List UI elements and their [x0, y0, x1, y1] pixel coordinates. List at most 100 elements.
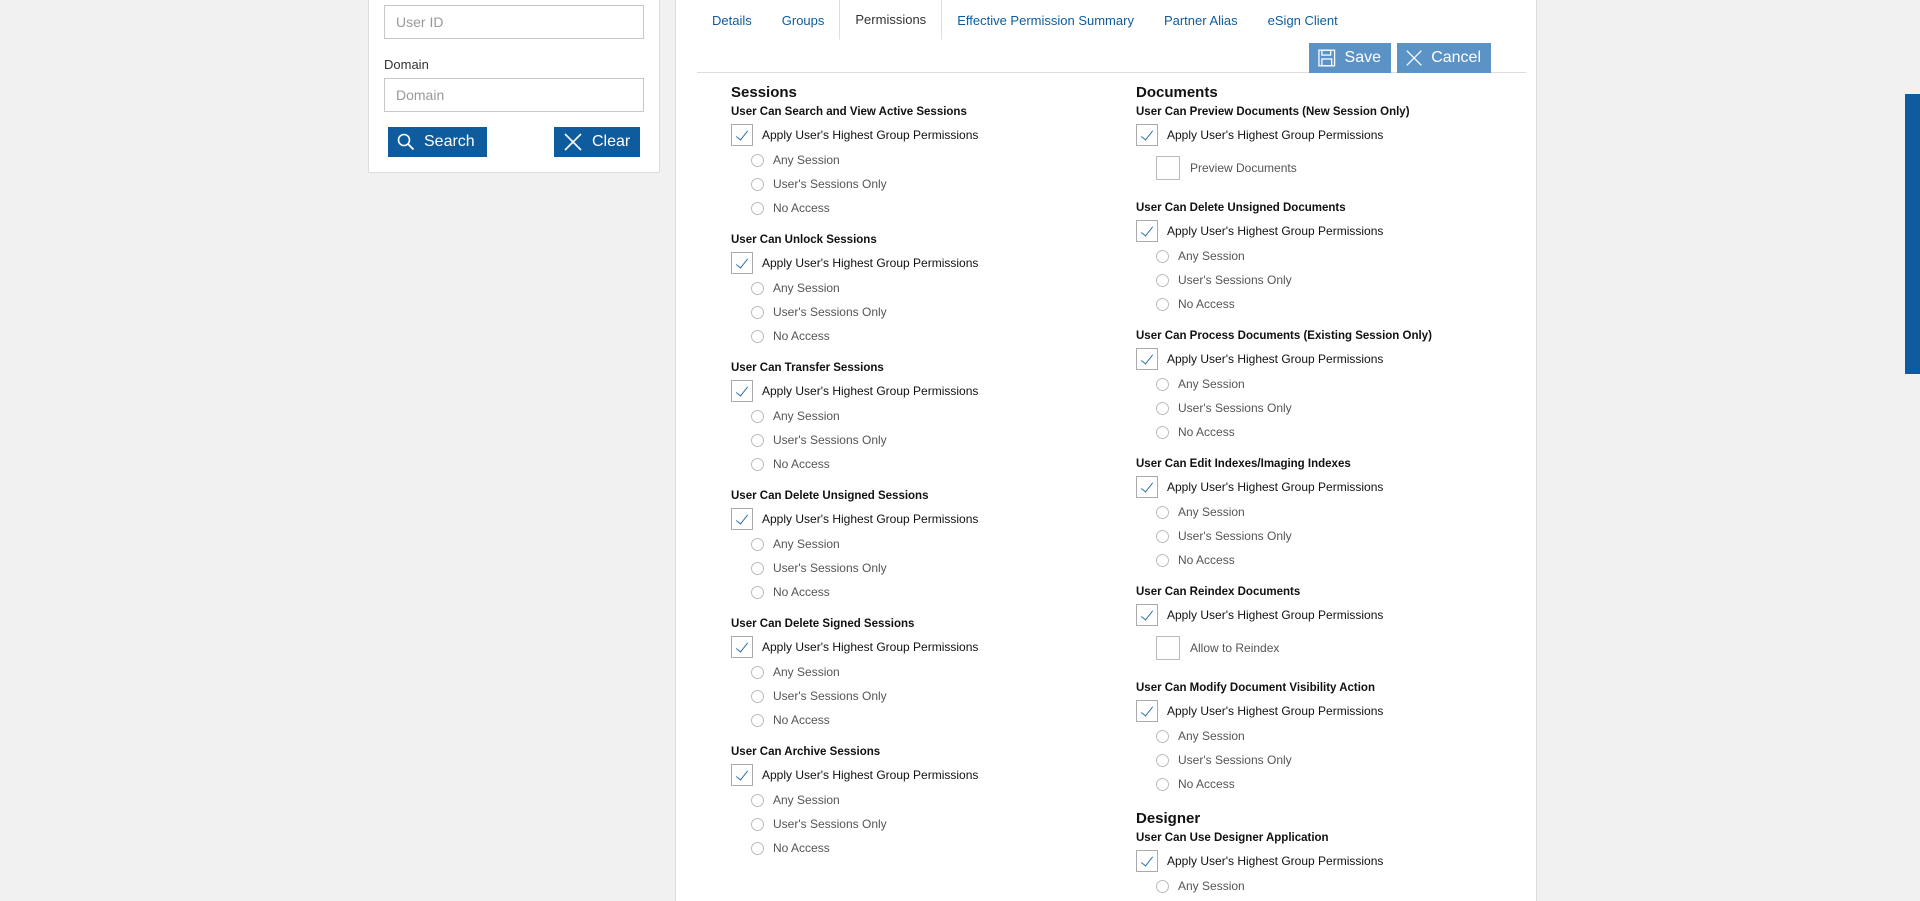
radio-any-session[interactable] — [751, 153, 764, 167]
radio-label: No Access — [1178, 777, 1235, 791]
apply-row: Apply User's Highest Group Permissions — [731, 249, 1111, 276]
radio-any-session[interactable] — [751, 793, 764, 807]
radio-no-access[interactable] — [751, 841, 764, 855]
radio-no-access[interactable] — [1156, 553, 1169, 567]
radio-users-sessions-only[interactable] — [751, 177, 764, 191]
apply-checkbox[interactable] — [1136, 475, 1158, 498]
radio-row-any-session: Any Session — [751, 404, 1111, 428]
apply-checkbox[interactable] — [1136, 219, 1158, 242]
radio-no-access[interactable] — [751, 585, 764, 599]
save-icon — [1318, 49, 1336, 67]
radio-any-session[interactable] — [751, 281, 764, 295]
radio-any-session[interactable] — [751, 409, 764, 423]
radio-users-sessions-only[interactable] — [1156, 529, 1169, 543]
radio-label: User's Sessions Only — [773, 817, 887, 831]
tab-groups[interactable]: Groups — [767, 0, 840, 40]
radio-label: Any Session — [1178, 729, 1245, 743]
radio-any-session[interactable] — [1156, 505, 1169, 519]
domain-input[interactable] — [384, 78, 644, 112]
radio-no-access[interactable] — [751, 329, 764, 343]
radio-label: Any Session — [773, 153, 840, 167]
radio-label: User's Sessions Only — [1178, 529, 1292, 543]
radio-users-sessions-only[interactable] — [1156, 401, 1169, 415]
radio-any-session[interactable] — [751, 665, 764, 679]
save-button[interactable]: Save — [1309, 43, 1391, 73]
apply-checkbox[interactable] — [731, 635, 753, 658]
radio-no-access[interactable] — [1156, 777, 1169, 791]
apply-checkbox[interactable] — [731, 379, 753, 402]
user-id-input[interactable] — [384, 5, 644, 39]
radio-users-sessions-only[interactable] — [751, 689, 764, 703]
apply-checkbox[interactable] — [731, 251, 753, 274]
radio-label: Any Session — [773, 281, 840, 295]
apply-checkbox[interactable] — [1136, 849, 1158, 872]
allow-reindex-checkbox[interactable] — [1156, 636, 1180, 660]
radio-row-users-sessions-only: User's Sessions Only — [1156, 396, 1516, 420]
apply-label: Apply User's Highest Group Permissions — [762, 511, 979, 526]
radio-no-access[interactable] — [1156, 297, 1169, 311]
search-button[interactable]: Search — [388, 127, 487, 157]
perm-preview-documents: User Can Preview Documents (New Session … — [1136, 104, 1516, 188]
radio-users-sessions-only[interactable] — [751, 561, 764, 575]
radio-any-session[interactable] — [1156, 879, 1169, 893]
radio-no-access[interactable] — [751, 457, 764, 471]
apply-label: Apply User's Highest Group Permissions — [1167, 223, 1384, 238]
radio-label: User's Sessions Only — [773, 561, 887, 575]
apply-checkbox[interactable] — [1136, 699, 1158, 722]
tab-details[interactable]: Details — [697, 0, 767, 40]
radio-row-no-access: No Access — [751, 196, 1111, 220]
section-title-designer: Designer — [1136, 810, 1201, 827]
apply-checkbox[interactable] — [731, 123, 753, 146]
tab-effective-permission-summary[interactable]: Effective Permission Summary — [942, 0, 1149, 40]
radio-no-access[interactable] — [751, 713, 764, 727]
tab-permissions[interactable]: Permissions — [839, 0, 943, 40]
perm-title: User Can Transfer Sessions — [731, 362, 884, 374]
scrollbar-thumb[interactable] — [1905, 94, 1920, 374]
clear-button-label: Clear — [592, 133, 631, 150]
radio-row-any-session: Any Session — [1156, 244, 1516, 268]
radio-users-sessions-only[interactable] — [751, 817, 764, 831]
radio-no-access[interactable] — [1156, 425, 1169, 439]
apply-checkbox[interactable] — [1136, 603, 1158, 626]
save-button-label: Save — [1344, 49, 1381, 66]
radio-label: Any Session — [1178, 249, 1245, 263]
radio-row-no-access: No Access — [1156, 292, 1516, 316]
radio-row-any-session: Any Session — [751, 788, 1111, 812]
perm-session-3: User Can Delete Unsigned Sessions Apply U… — [731, 488, 1111, 604]
apply-checkbox[interactable] — [731, 507, 753, 530]
radio-row-users-sessions-only: User's Sessions Only — [751, 172, 1111, 196]
tab-partner-alias[interactable]: Partner Alias — [1149, 0, 1253, 40]
radio-label: No Access — [1178, 297, 1235, 311]
apply-checkbox[interactable] — [731, 763, 753, 786]
perm-session-0: User Can Search and View Active Sessions… — [731, 104, 1111, 220]
radio-users-sessions-only[interactable] — [751, 433, 764, 447]
radio-no-access[interactable] — [751, 201, 764, 215]
radio-row-no-access: No Access — [751, 580, 1111, 604]
radio-users-sessions-only[interactable] — [1156, 273, 1169, 287]
radio-label: No Access — [773, 713, 830, 727]
preview-documents-checkbox[interactable] — [1156, 156, 1180, 180]
radio-label: User's Sessions Only — [773, 305, 887, 319]
cancel-button[interactable]: Cancel — [1397, 43, 1491, 73]
perm-delete-unsigned-documents: User Can Delete Unsigned Documents Apply… — [1136, 200, 1516, 316]
radio-any-session[interactable] — [1156, 729, 1169, 743]
radio-label: No Access — [1178, 425, 1235, 439]
radio-any-session[interactable] — [1156, 377, 1169, 391]
radio-label: No Access — [773, 841, 830, 855]
radio-any-session[interactable] — [1156, 249, 1169, 263]
apply-row: Apply User's Highest Group Permissions — [1136, 217, 1516, 244]
apply-label: Apply User's Highest Group Permissions — [1167, 703, 1384, 718]
radio-users-sessions-only[interactable] — [1156, 753, 1169, 767]
apply-checkbox[interactable] — [1136, 123, 1158, 146]
radio-any-session[interactable] — [751, 537, 764, 551]
radio-row-any-session: Any Session — [1156, 500, 1516, 524]
radio-users-sessions-only[interactable] — [751, 305, 764, 319]
tab-esign-client[interactable]: eSign Client — [1253, 0, 1353, 40]
clear-button[interactable]: Clear — [554, 127, 640, 157]
apply-checkbox[interactable] — [1136, 347, 1158, 370]
radio-row-no-access: No Access — [1156, 772, 1516, 796]
radio-row-users-sessions-only: User's Sessions Only — [751, 684, 1111, 708]
